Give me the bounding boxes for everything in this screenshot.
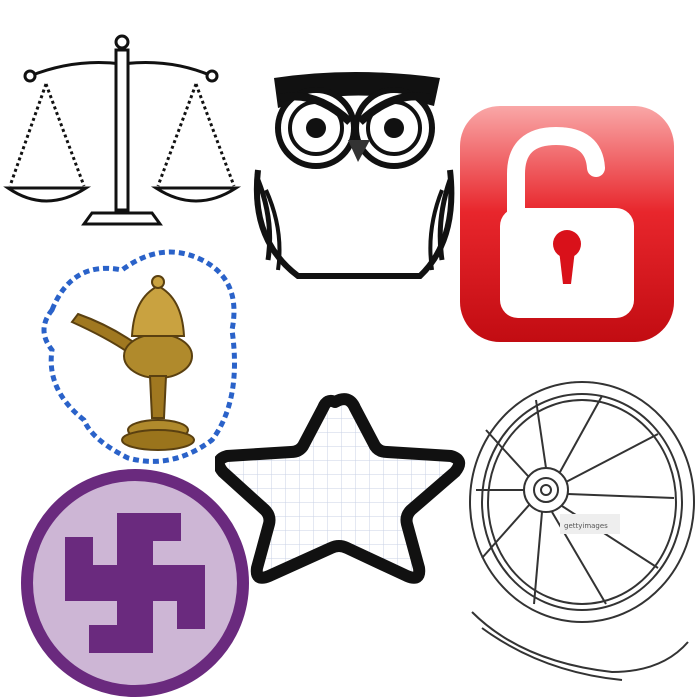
wagon-wheel-icon: gettyimages [462, 372, 700, 687]
unlocked-padlock-icon [458, 104, 676, 344]
scales-of-justice-icon [0, 28, 248, 228]
watermark-text: gettyimages [564, 522, 608, 530]
swastika-icon [15, 466, 255, 700]
owl-icon [244, 70, 464, 284]
